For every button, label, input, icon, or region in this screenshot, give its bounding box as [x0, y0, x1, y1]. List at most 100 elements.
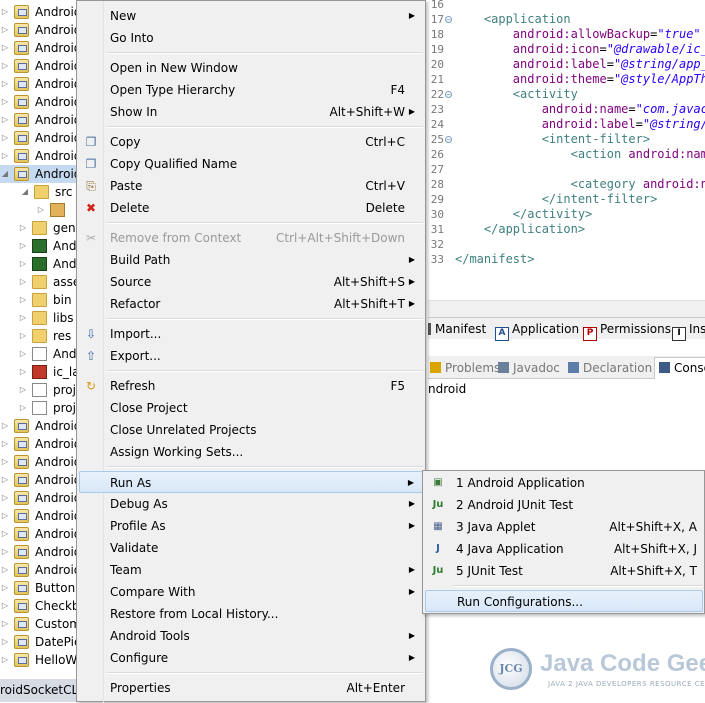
tree-row[interactable]: ▷ Android — [0, 129, 80, 147]
tree-collapsed-icon[interactable]: ▷ — [1, 147, 9, 165]
code-line[interactable]: 30 </activity> — [428, 207, 705, 222]
tree-row[interactable]: ▷ — [0, 201, 80, 219]
tree-collapsed-icon[interactable]: ▷ — [37, 201, 45, 219]
tree-collapsed-icon[interactable]: ▷ — [1, 525, 9, 543]
tree-collapsed-icon[interactable]: ▷ — [19, 363, 27, 381]
menu-item-go-into[interactable]: Go Into — [79, 27, 423, 49]
fold-toggle-icon[interactable]: − — [445, 16, 452, 24]
tree-collapsed-icon[interactable]: ▷ — [1, 111, 9, 129]
tree-collapsed-icon[interactable]: ▷ — [1, 615, 9, 633]
tree-collapsed-icon[interactable]: ▷ — [1, 435, 9, 453]
menu-item-close-unrelated-projects[interactable]: Close Unrelated Projects — [79, 419, 423, 441]
fold-toggle-icon[interactable]: − — [445, 91, 452, 99]
code-line[interactable]: 33 </manifest> — [428, 252, 705, 267]
fold-toggle-icon[interactable]: − — [445, 136, 452, 144]
tree-collapsed-icon[interactable]: ▷ — [1, 129, 9, 147]
tree-collapsed-icon[interactable]: ▷ — [19, 381, 27, 399]
tree-row[interactable]: ▷ AndroidS — [0, 561, 80, 579]
tree-row[interactable]: ▷ Android — [0, 417, 80, 435]
tree-row[interactable]: ▷ And — [0, 255, 80, 273]
tree-row[interactable]: ▷ Android — [0, 39, 80, 57]
menu-item-properties[interactable]: Properties Alt+Enter — [79, 677, 423, 699]
code-line[interactable]: 29 </intent-filter> — [428, 192, 705, 207]
submenu-item-run-configurations[interactable]: Run Configurations... — [425, 590, 703, 612]
tree-collapsed-icon[interactable]: ▷ — [19, 237, 27, 255]
menu-item-open-type-hierarchy[interactable]: Open Type Hierarchy F4 — [79, 79, 423, 101]
submenu-item-5-junit-test[interactable]: Ju 5 JUnit Test Alt+Shift+X, T — [425, 560, 703, 582]
tree-row[interactable]: ▷ proj — [0, 381, 80, 399]
tree-row[interactable]: ▷ Checkb — [0, 597, 80, 615]
tree-row[interactable]: ◢ Android — [0, 165, 80, 183]
menu-item-import[interactable]: ⇩ Import... — [79, 323, 423, 345]
tree-row[interactable]: ▷ Android — [0, 435, 80, 453]
menu-item-refactor[interactable]: Refactor Alt+Shift+T ▶ — [79, 293, 423, 315]
menu-item-show-in[interactable]: Show In Alt+Shift+W ▶ — [79, 101, 423, 123]
submenu-item-3-java-applet[interactable]: ▦ 3 Java Applet Alt+Shift+X, A — [425, 516, 703, 538]
tree-row[interactable]: ▷ Android — [0, 453, 80, 471]
menu-item-refresh[interactable]: ↻ Refresh F5 — [79, 375, 423, 397]
tree-row[interactable]: ▷ Android — [0, 21, 80, 39]
menu-item-team[interactable]: Team ▶ — [79, 559, 423, 581]
tree-row[interactable]: ▷ asse — [0, 273, 80, 291]
tree-collapsed-icon[interactable]: ▷ — [19, 255, 27, 273]
tree-collapsed-icon[interactable]: ▷ — [19, 273, 27, 291]
tree-expanded-icon[interactable]: ◢ — [1, 165, 9, 183]
tree-collapsed-icon[interactable]: ▷ — [19, 291, 27, 309]
tree-collapsed-icon[interactable]: ▷ — [1, 39, 9, 57]
code-line[interactable]: 23 android:name="com.javaco — [428, 102, 705, 117]
tree-expanded-icon[interactable]: ◢ — [21, 183, 29, 201]
code-line[interactable]: 16 — [428, 0, 705, 12]
menu-item-close-project[interactable]: Close Project — [79, 397, 423, 419]
tree-collapsed-icon[interactable]: ▷ — [19, 345, 27, 363]
tree-collapsed-icon[interactable]: ▷ — [1, 93, 9, 111]
menu-item-open-in-new-window[interactable]: Open in New Window — [79, 57, 423, 79]
menu-item-build-path[interactable]: Build Path ▶ — [79, 249, 423, 271]
code-line[interactable]: 17− <application — [428, 12, 705, 27]
manifest-editor[interactable]: 16 17− <application 18 android:allowBackup… — [428, 0, 705, 300]
tree-collapsed-icon[interactable]: ▷ — [1, 75, 9, 93]
code-line[interactable]: 27 — [428, 162, 705, 177]
tree-collapsed-icon[interactable]: ▷ — [1, 543, 9, 561]
tab-ins[interactable]: I Ins — [672, 320, 705, 341]
menu-item-android-tools[interactable]: Android Tools ▶ — [79, 625, 423, 647]
menu-item-assign-working-sets[interactable]: Assign Working Sets... — [79, 441, 423, 463]
tree-row[interactable]: ▷ And — [0, 345, 80, 363]
tree-row[interactable]: ▷ Android — [0, 111, 80, 129]
tree-row[interactable]: ▷ Android — [0, 75, 80, 93]
tree-collapsed-icon[interactable]: ▷ — [19, 309, 27, 327]
menu-item-debug-as[interactable]: Debug As ▶ — [79, 493, 423, 515]
tree-row[interactable]: ▷ res — [0, 327, 80, 345]
menu-item-new[interactable]: New ▶ — [79, 5, 423, 27]
tree-row[interactable]: ▷ Android — [0, 147, 80, 165]
code-line[interactable]: 18 android:allowBackup="true" — [428, 27, 705, 42]
tree-row[interactable]: ▷ Android — [0, 525, 80, 543]
tree-row[interactable]: ▷ Android — [0, 507, 80, 525]
submenu-item-2-android-junit-test[interactable]: Ju 2 Android JUnit Test — [425, 494, 703, 516]
tree-collapsed-icon[interactable]: ▷ — [1, 597, 9, 615]
tree-collapsed-icon[interactable]: ▷ — [1, 507, 9, 525]
tree-collapsed-icon[interactable]: ▷ — [1, 561, 9, 579]
tree-collapsed-icon[interactable]: ▷ — [1, 453, 9, 471]
code-line[interactable]: 25− <intent-filter> — [428, 132, 705, 147]
editor-horizontal-scrollbar[interactable] — [428, 300, 705, 318]
code-line[interactable]: 28 <category android:na — [428, 177, 705, 192]
tree-collapsed-icon[interactable]: ▷ — [1, 651, 9, 669]
menu-item-restore-from-local-history[interactable]: Restore from Local History... — [79, 603, 423, 625]
tab-javadoc[interactable]: Javadoc — [498, 359, 560, 377]
menu-item-compare-with[interactable]: Compare With ▶ — [79, 581, 423, 603]
tree-row[interactable]: ▷ And — [0, 237, 80, 255]
tree-collapsed-icon[interactable]: ▷ — [1, 579, 9, 597]
menu-item-export[interactable]: ⇧ Export... — [79, 345, 423, 367]
tree-row[interactable]: ◢ src — [0, 183, 80, 201]
menu-item-profile-as[interactable]: Profile As ▶ — [79, 515, 423, 537]
tree-collapsed-icon[interactable]: ▷ — [1, 3, 9, 21]
menu-item-paste[interactable]: ⎘ Paste Ctrl+V — [79, 175, 423, 197]
menu-item-run-as[interactable]: Run As ▶ — [79, 471, 423, 493]
tree-row[interactable]: ▷ ic_la — [0, 363, 80, 381]
code-line[interactable]: 31 </application> — [428, 222, 705, 237]
tree-row[interactable]: ▷ DatePic — [0, 633, 80, 651]
code-line[interactable]: 26 <action android:name — [428, 147, 705, 162]
tree-collapsed-icon[interactable]: ▷ — [1, 633, 9, 651]
tree-collapsed-icon[interactable]: ▷ — [19, 219, 27, 237]
tree-collapsed-icon[interactable]: ▷ — [1, 57, 9, 75]
